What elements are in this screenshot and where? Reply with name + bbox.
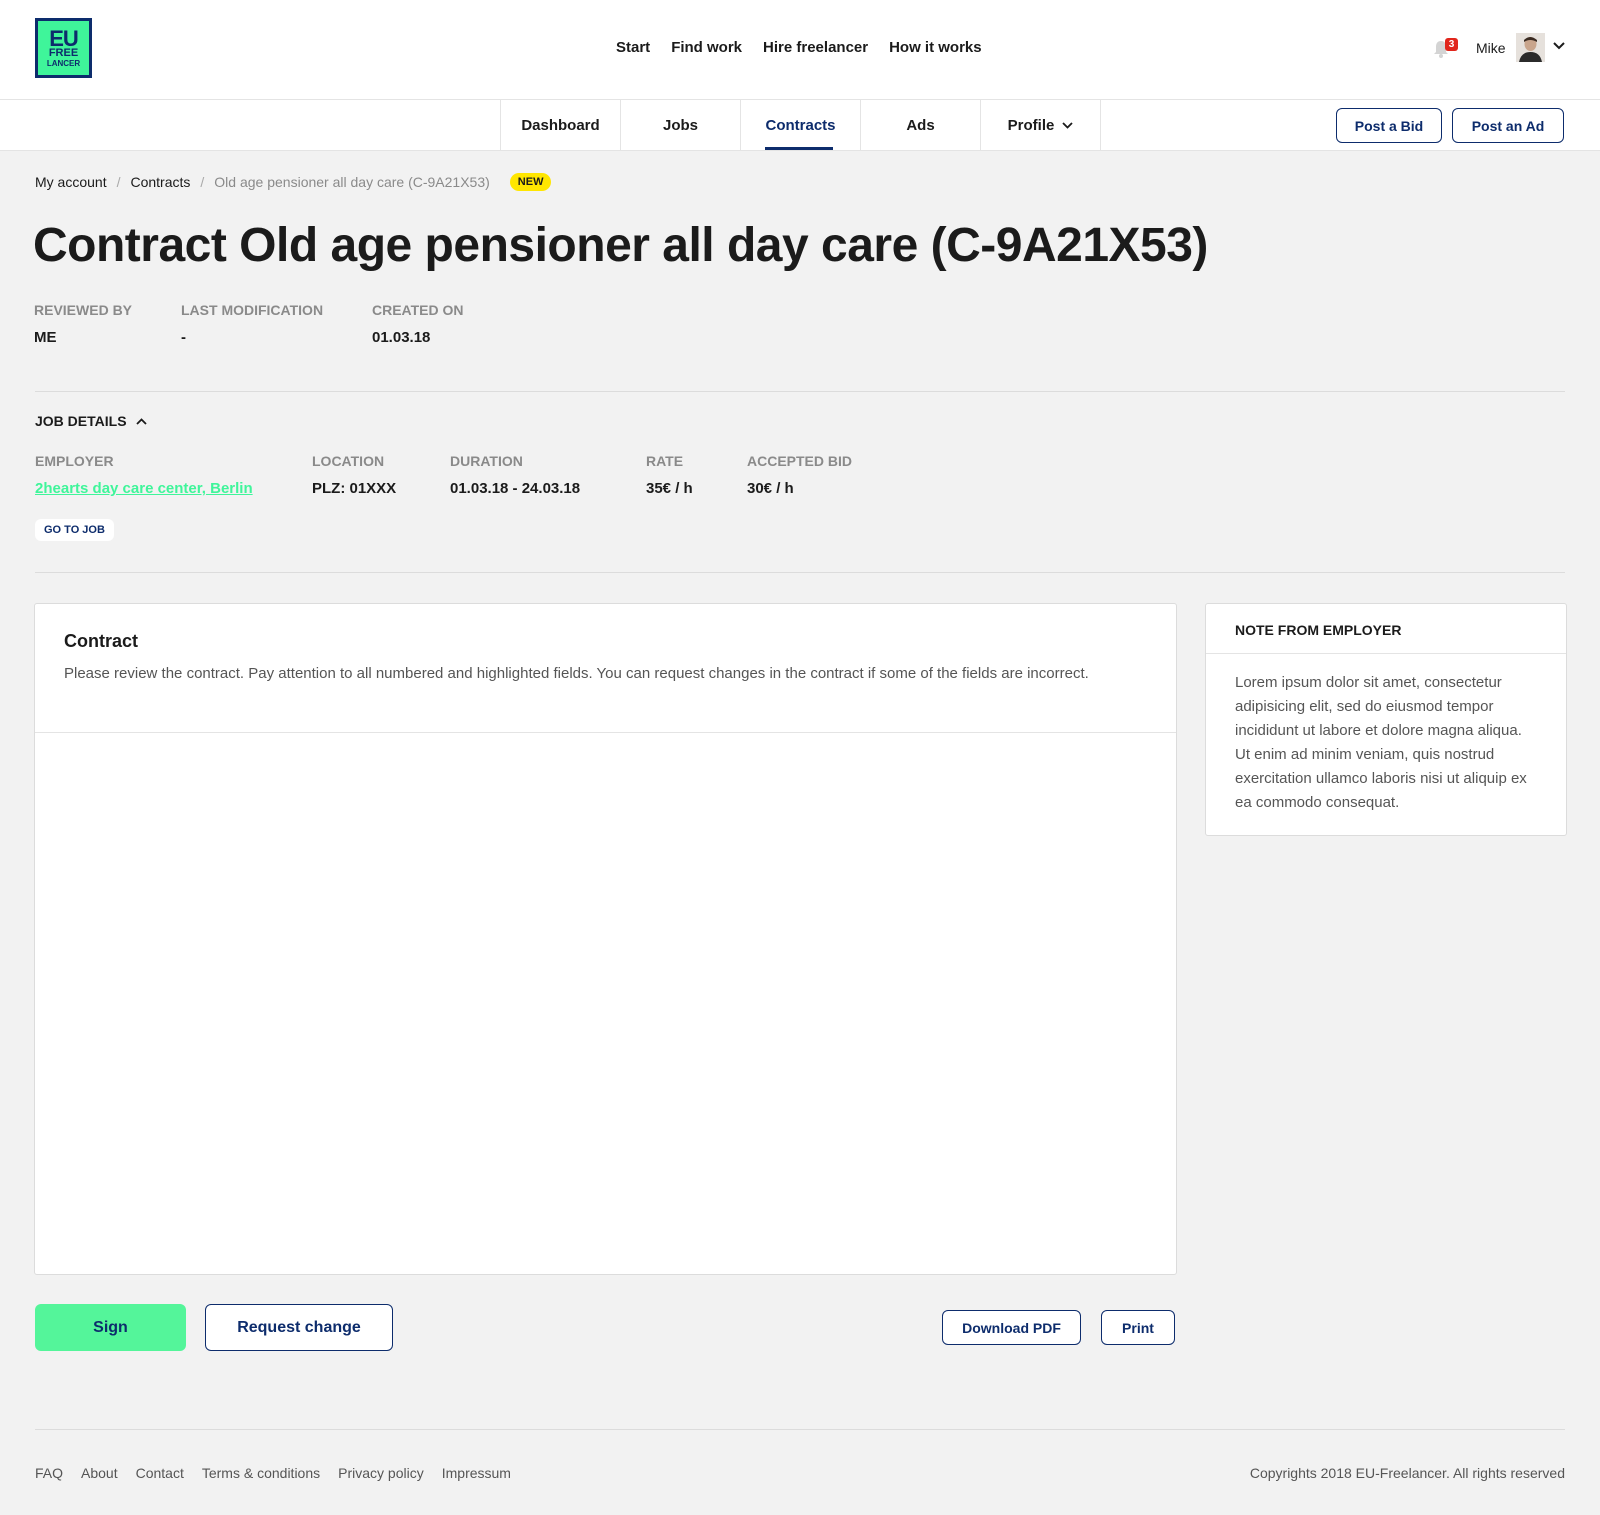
job-detail-duration: DURATION 01.03.18 - 24.03.18	[450, 453, 581, 497]
breadcrumb-separator: /	[116, 174, 121, 190]
breadcrumb: My account / Contracts / Old age pension…	[35, 173, 552, 191]
avatar[interactable]	[1516, 33, 1545, 62]
copyright: Copyrights 2018 EU-Freelancer. All right…	[1249, 1465, 1565, 1481]
notification-count-badge: 3	[1445, 38, 1458, 51]
go-to-job-button[interactable]: GO TO JOB	[35, 519, 114, 541]
sign-button[interactable]: Sign	[35, 1304, 186, 1351]
top-header: EU FREE LANCER Start Find work Hire free…	[0, 0, 1600, 100]
post-ad-button[interactable]: Post an Ad	[1452, 108, 1564, 143]
new-badge: NEW	[509, 173, 552, 191]
breadcrumb-separator: /	[200, 174, 205, 190]
print-button[interactable]: Print	[1101, 1310, 1175, 1345]
footer-link-impressum[interactable]: Impressum	[442, 1465, 511, 1481]
tab-profile[interactable]: Profile	[981, 100, 1101, 150]
nav-how-it-works[interactable]: How it works	[889, 39, 982, 56]
main-nav: Start Find work Hire freelancer How it w…	[616, 39, 1003, 56]
breadcrumb-my-account[interactable]: My account	[35, 174, 107, 190]
breadcrumb-current: Old age pensioner all day care (C-9A21X5…	[214, 174, 490, 190]
employer-note-title: NOTE FROM EMPLOYER	[1206, 604, 1566, 654]
tab-ads[interactable]: Ads	[861, 100, 981, 150]
footer-link-about[interactable]: About	[81, 1465, 118, 1481]
tab-contracts[interactable]: Contracts	[741, 100, 861, 150]
footer-links: FAQ About Contact Terms & conditions Pri…	[35, 1465, 529, 1481]
breadcrumb-contracts[interactable]: Contracts	[130, 174, 190, 190]
request-change-button[interactable]: Request change	[205, 1304, 393, 1351]
chevron-up-icon	[135, 417, 147, 425]
nav-hire-freelancer[interactable]: Hire freelancer	[763, 39, 868, 56]
footer-link-faq[interactable]: FAQ	[35, 1465, 63, 1481]
contract-document-viewer[interactable]	[35, 733, 1176, 1273]
contract-description: Please review the contract. Pay attentio…	[64, 665, 1089, 682]
nav-find-work[interactable]: Find work	[671, 39, 742, 56]
job-detail-accepted-bid: ACCEPTED BID 30€ / h	[747, 453, 853, 497]
download-pdf-button[interactable]: Download PDF	[942, 1310, 1081, 1345]
job-detail-location: LOCATION PLZ: 01XXX	[312, 453, 397, 497]
tab-dashboard[interactable]: Dashboard	[501, 100, 621, 150]
employer-note-panel: NOTE FROM EMPLOYER Lorem ipsum dolor sit…	[1205, 603, 1567, 836]
user-name[interactable]: Mike	[1476, 40, 1506, 56]
post-bid-button[interactable]: Post a Bid	[1336, 108, 1442, 143]
page-title: Contract Old age pensioner all day care …	[33, 219, 1208, 272]
divider	[35, 572, 1565, 573]
meta-created-on: CREATED ON 01.03.18	[372, 302, 464, 346]
job-details-toggle[interactable]: JOB DETAILS	[35, 413, 147, 429]
footer-link-privacy[interactable]: Privacy policy	[338, 1465, 424, 1481]
job-detail-rate: RATE 35€ / h	[646, 453, 693, 497]
tab-jobs[interactable]: Jobs	[621, 100, 741, 150]
contract-panel: Contract Please review the contract. Pay…	[34, 603, 1177, 1275]
chevron-down-icon	[1062, 121, 1073, 129]
employer-link[interactable]: 2hearts day care center, Berlin	[35, 480, 253, 497]
divider	[35, 391, 1565, 392]
contract-title: Contract	[64, 631, 139, 651]
footer-link-terms[interactable]: Terms & conditions	[202, 1465, 320, 1481]
footer-link-contact[interactable]: Contact	[136, 1465, 184, 1481]
employer-note-body: Lorem ipsum dolor sit amet, consectetur …	[1235, 674, 1527, 811]
account-tabs: Dashboard Jobs Contracts Ads Profile	[500, 100, 1101, 150]
nav-start[interactable]: Start	[616, 39, 650, 56]
chevron-down-icon[interactable]	[1553, 42, 1565, 50]
meta-last-modification: LAST MODIFICATION -	[181, 302, 324, 346]
meta-reviewed-by: REVIEWED BY ME	[34, 302, 133, 346]
footer-divider	[35, 1429, 1565, 1430]
eu-freelancer-logo[interactable]: EU FREE LANCER	[35, 18, 92, 78]
contract-header: Contract Please review the contract. Pay…	[35, 604, 1176, 733]
job-detail-employer: EMPLOYER 2hearts day care center, Berlin	[35, 453, 253, 497]
